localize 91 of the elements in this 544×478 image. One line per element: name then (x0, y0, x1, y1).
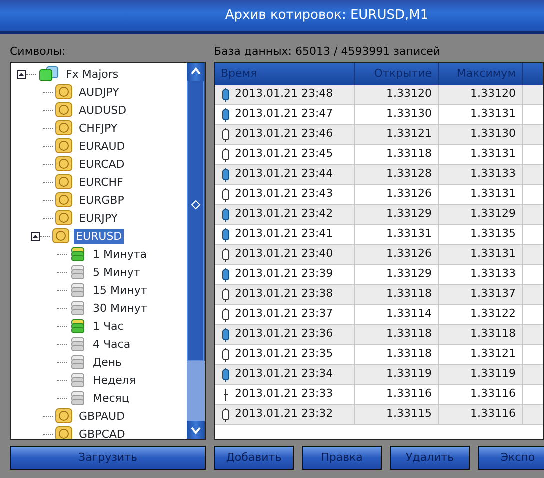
coin-icon (55, 408, 73, 424)
tree-item[interactable]: EURJPY (77, 210, 120, 226)
table-cell-text: 2013.01.21 23:47 (235, 106, 334, 122)
tree-item[interactable]: Неделя (91, 372, 138, 388)
table-cell: 1.33116 (439, 405, 523, 424)
table-cell: 1.33133 (439, 165, 523, 184)
table-cell-text: 2013.01.21 23:32 (235, 406, 334, 422)
table-cell: 1.33118 (439, 325, 523, 344)
coin-icon (55, 192, 73, 208)
tree-item[interactable]: EURCAD (77, 156, 127, 172)
table-cell: 1.33131 (439, 105, 523, 124)
table-cell-text: 2013.01.21 23:34 (235, 366, 334, 382)
tree-item[interactable]: EURGBP (77, 192, 126, 208)
table-cell-text: 2013.01.21 23:41 (235, 226, 334, 242)
table-cell: 1.33121 (439, 345, 523, 364)
symbols-label: Символы: (10, 44, 67, 60)
table-cell: 1.33135 (439, 225, 523, 244)
table-cell-text: 2013.01.21 23:46 (235, 126, 334, 142)
tree-item[interactable]: День (91, 354, 124, 370)
tree-item[interactable]: 5 Минут (91, 264, 142, 280)
coin-icon (55, 174, 73, 190)
table-cell: 1.33115 (355, 405, 439, 424)
table-cell: 1.33131 (439, 145, 523, 164)
coin-icon (55, 156, 73, 172)
table-cell-text: 2013.01.21 23:33 (235, 386, 334, 402)
scrollbar[interactable] (187, 63, 205, 439)
tree-item[interactable]: Fx Majors (64, 66, 121, 82)
table-cell: 1.33119 (355, 365, 439, 384)
table-cell: 1.33126 (355, 185, 439, 204)
coin-icon (55, 120, 73, 136)
table-cell-text: 2013.01.21 23:43 (235, 186, 334, 202)
table-cell: 1.33129 (355, 265, 439, 284)
table-cell: 1.33118 (355, 325, 439, 344)
tree-item[interactable]: Месяц (91, 390, 132, 406)
window-title: Архив котировок: EURUSD,M1 (225, 6, 429, 25)
table-cell: 1.33137 (439, 285, 523, 304)
table-cell: 1.33126 (355, 245, 439, 264)
table-cell-text: 2013.01.21 23:37 (235, 306, 334, 322)
tree-item[interactable]: 1 Минута (91, 246, 149, 262)
table-cell: 1.33114 (355, 305, 439, 324)
table-cell-text: 2013.01.21 23:39 (235, 266, 334, 282)
table-cell-text: 2013.01.21 23:40 (235, 246, 334, 262)
tree-item[interactable]: EURAUD (77, 138, 128, 154)
table-cell-text: 2013.01.21 23:48 (235, 86, 334, 102)
expand-icon[interactable] (31, 232, 40, 240)
tree-item[interactable]: 1 Час (91, 318, 126, 334)
table-cell-text: 2013.01.21 23:35 (235, 346, 334, 362)
coin-icon (55, 210, 73, 226)
table-cell: 1.33119 (439, 365, 523, 384)
tree-item[interactable]: EURCHF (77, 174, 126, 190)
tree-item[interactable]: AUDJPY (77, 84, 122, 100)
table-cell-text: 2013.01.21 23:45 (235, 146, 334, 162)
tree-item[interactable]: 4 Часа (91, 336, 133, 352)
table-cell: 1.33131 (439, 245, 523, 264)
table-cell: 1.33118 (355, 345, 439, 364)
table-cell-text: 2013.01.21 23:36 (235, 326, 334, 342)
table-cell: 1.33118 (355, 285, 439, 304)
table-cell: 1.33133 (439, 265, 523, 284)
folder-icon (38, 66, 60, 82)
table-cell: 1.33116 (355, 385, 439, 404)
table-cell: 1.33118 (355, 145, 439, 164)
table-cell-text: 2013.01.21 23:44 (235, 166, 334, 182)
tree-item[interactable]: CHFJPY (77, 120, 120, 136)
tree-item[interactable]: AUDUSD (77, 102, 129, 118)
table-cell: 1.33129 (439, 205, 523, 224)
table-cell: 1.33131 (355, 225, 439, 244)
coin-icon (55, 138, 73, 154)
table-cell: 1.33128 (355, 165, 439, 184)
table-cell-text: 2013.01.21 23:42 (235, 206, 334, 222)
table-cell-text: 2013.01.21 23:38 (235, 286, 334, 302)
tree-item[interactable]: 15 Минут (91, 282, 150, 298)
coin-icon (55, 84, 73, 100)
coin-icon (55, 102, 73, 118)
table-cell: 1.33131 (439, 185, 523, 204)
scroll-thumb[interactable] (187, 81, 205, 361)
tree-item[interactable]: EURUSD (74, 228, 124, 244)
table-cell: 1.33120 (355, 85, 439, 104)
table-cell: 1.33130 (355, 105, 439, 124)
tree-item[interactable]: 30 Минут (91, 300, 150, 316)
table-cell: 1.33116 (439, 385, 523, 404)
expand-icon[interactable] (17, 70, 26, 78)
table-cell: 1.33121 (355, 125, 439, 144)
table-cell: 1.33130 (439, 125, 523, 144)
tree-item[interactable]: GBPCAD (77, 426, 128, 439)
coin-icon (55, 426, 73, 439)
table-cell: 1.33120 (439, 85, 523, 104)
table-cell: 1.33129 (355, 205, 439, 224)
coin-icon (52, 228, 70, 244)
table-cell: 1.33122 (439, 305, 523, 324)
tree-item[interactable]: GBPAUD (77, 408, 128, 424)
database-label: База данных: 65013 / 4593991 записей (214, 44, 441, 60)
